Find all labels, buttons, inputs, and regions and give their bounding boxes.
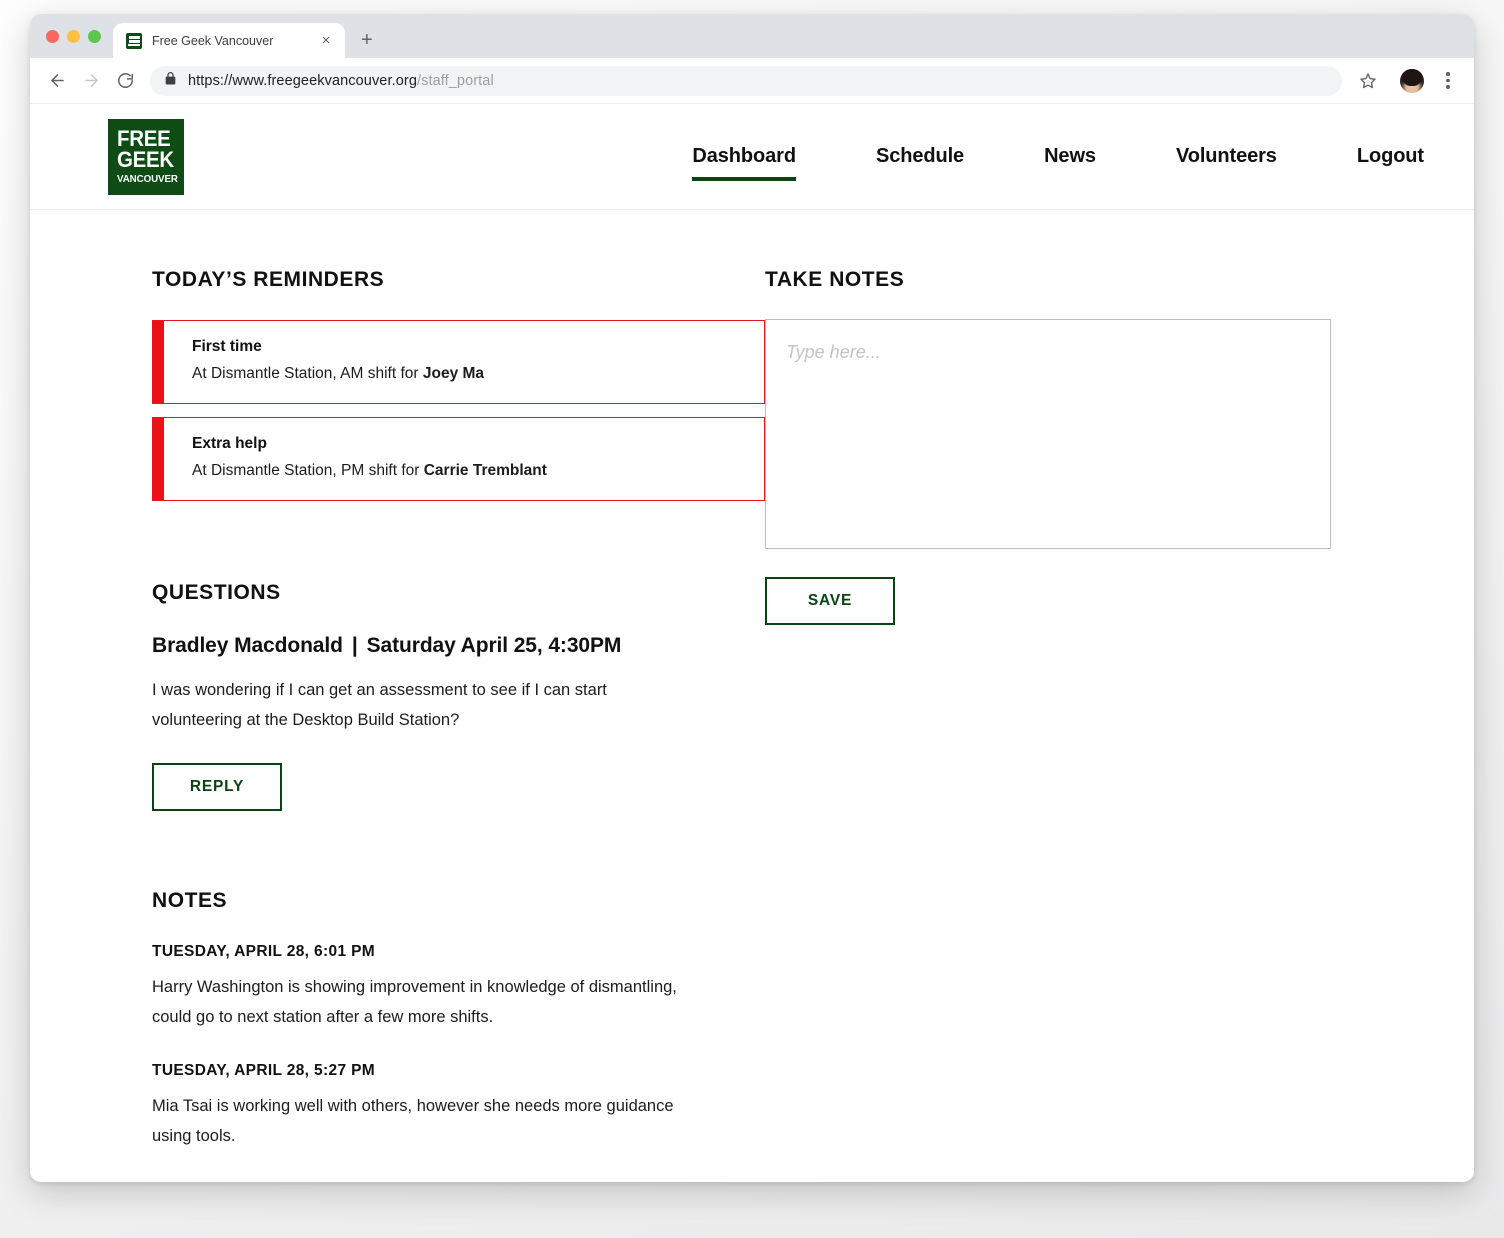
nav-item-news[interactable]: News [1004,145,1136,168]
reminder-title: First time [192,338,484,356]
reminder-description: At Dismantle Station, PM shift for Carri… [192,462,547,480]
right-column: TAKE NOTES SAVE [765,268,1474,1151]
note-body: Mia Tsai is working well with others, ho… [152,1091,712,1151]
question-separator: | [343,634,367,657]
reminder-accent-bar [152,418,164,500]
window-controls [42,14,113,58]
logo-line-1: FREE [117,128,172,149]
nav-item-volunteers[interactable]: Volunteers [1136,145,1317,168]
reminder-body: First time At Dismantle Station, AM shif… [164,321,504,403]
questions-section: QUESTIONS Bradley Macdonald|Saturday Apr… [152,581,765,811]
back-icon[interactable] [42,66,72,96]
take-notes-heading: TAKE NOTES [765,268,1474,292]
close-window-button[interactable] [46,30,59,43]
save-note-button[interactable]: SAVE [765,577,895,625]
note-timestamp: TUESDAY, APRIL 28, 6:01 PM [152,943,765,961]
maximize-window-button[interactable] [88,30,101,43]
address-bar[interactable]: https://www.freegeekvancouver.org/staff_… [150,66,1342,96]
take-notes-panel: TAKE NOTES SAVE [765,268,1474,625]
browser-toolbar: https://www.freegeekvancouver.org/staff_… [30,58,1474,104]
site-header: FREE GEEK VANCOUVER Dashboard Schedule N… [30,104,1474,210]
profile-avatar[interactable] [1400,69,1424,93]
free-geek-logo[interactable]: FREE GEEK VANCOUVER [108,119,184,195]
reminder-body: Extra help At Dismantle Station, PM shif… [164,418,567,500]
new-tab-button[interactable]: + [361,30,373,50]
desktop-background: Free Geek Vancouver × + https://www.free… [0,0,1504,1238]
reminders-heading: TODAY’S REMINDERS [152,268,765,292]
notes-heading: NOTES [152,889,765,913]
reminder-card[interactable]: Extra help At Dismantle Station, PM shif… [152,417,765,501]
reload-icon[interactable] [110,66,140,96]
reminder-description: At Dismantle Station, AM shift for Joey … [192,365,484,383]
note-item: TUESDAY, APRIL 28, 5:27 PM Mia Tsai is w… [152,1062,765,1151]
reminder-description-prefix: At Dismantle Station, PM shift for [192,462,424,479]
main-navigation: Dashboard Schedule News Volunteers Logou… [652,145,1424,168]
question-timestamp: Saturday April 25, 4:30PM [367,634,622,657]
reminder-person: Joey Ma [423,365,484,382]
logo-line-3: VANCOUVER [117,172,172,186]
url-path: /staff_portal [417,73,494,89]
bookmark-star-icon[interactable] [1354,67,1382,95]
lock-icon [164,71,177,91]
question-author: Bradley Macdonald [152,634,343,657]
nav-item-schedule[interactable]: Schedule [836,145,1004,168]
nav-item-logout[interactable]: Logout [1317,145,1424,168]
logo-line-2: GEEK [117,149,172,170]
reminder-description-prefix: At Dismantle Station, AM shift for [192,365,423,382]
note-body: Harry Washington is showing improvement … [152,972,712,1032]
url-domain: https://www.freegeekvancouver.org [188,73,417,89]
left-column: TODAY’S REMINDERS First time At Dismantl… [30,268,765,1151]
tab-title: Free Geek Vancouver [152,34,307,48]
reply-button[interactable]: REPLY [152,763,282,811]
reminder-person: Carrie Tremblant [424,462,547,479]
take-notes-input[interactable] [765,319,1331,549]
note-timestamp: TUESDAY, APRIL 28, 5:27 PM [152,1062,765,1080]
page-viewport: FREE GEEK VANCOUVER Dashboard Schedule N… [30,104,1474,1182]
close-tab-icon[interactable]: × [317,33,335,48]
reminders-list: First time At Dismantle Station, AM shif… [152,320,765,501]
reminder-card[interactable]: First time At Dismantle Station, AM shif… [152,320,765,404]
note-item: TUESDAY, APRIL 28, 6:01 PM Harry Washing… [152,943,765,1032]
browser-window: Free Geek Vancouver × + https://www.free… [30,14,1474,1182]
browser-menu-icon[interactable] [1438,68,1458,94]
question-meta: Bradley Macdonald|Saturday April 25, 4:3… [152,634,765,658]
minimize-window-button[interactable] [67,30,80,43]
browser-tab[interactable]: Free Geek Vancouver × [113,23,345,58]
notes-section: NOTES TUESDAY, APRIL 28, 6:01 PM Harry W… [152,889,765,1151]
nav-item-dashboard[interactable]: Dashboard [652,145,836,168]
free-geek-favicon [126,33,142,49]
browser-tab-strip: Free Geek Vancouver × + [30,14,1474,58]
reminder-accent-bar [152,321,164,403]
url-text: https://www.freegeekvancouver.org/staff_… [188,73,494,89]
reminder-title: Extra help [192,435,547,453]
questions-heading: QUESTIONS [152,581,765,605]
question-body: I was wondering if I can get an assessme… [152,675,672,735]
forward-icon[interactable] [76,66,106,96]
dashboard-content: TODAY’S REMINDERS First time At Dismantl… [30,210,1474,1151]
